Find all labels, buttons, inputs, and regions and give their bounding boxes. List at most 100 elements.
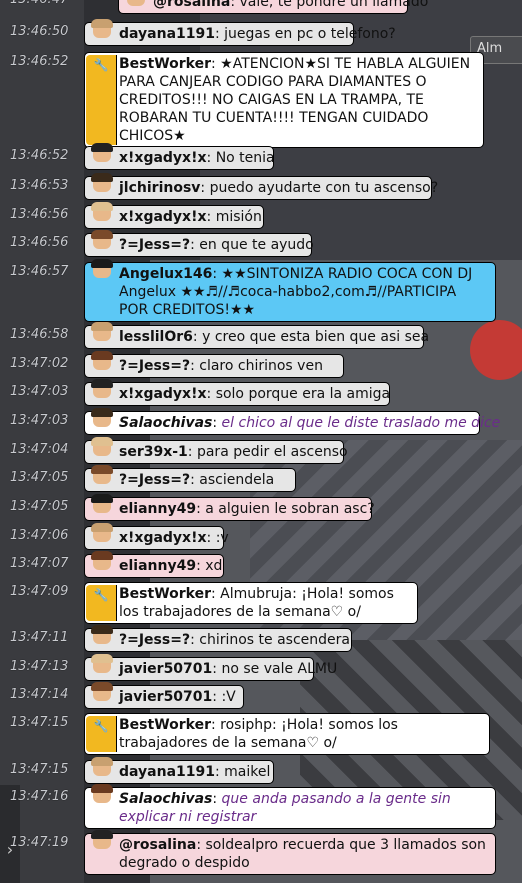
message-username[interactable]: Angelux146 bbox=[119, 266, 212, 282]
user-avatar-icon[interactable] bbox=[87, 173, 117, 203]
message-text: asciendela bbox=[199, 472, 275, 488]
chat-bubble[interactable]: javier50701: no se vale ALMU bbox=[84, 654, 337, 684]
chat-bubble[interactable]: ?=Jess=?: chirinos te ascendera bbox=[84, 625, 352, 655]
message-username[interactable]: x!xgadyx!x bbox=[119, 386, 207, 402]
chat-bubble[interactable]: dayana1191: juegas en pc o telefono? bbox=[84, 19, 396, 49]
chat-bubble[interactable]: 🔧 BestWorker: rosiphp: ¡Hola! somos los t… bbox=[84, 713, 490, 755]
message-timestamp: 13:47:16 bbox=[10, 789, 69, 804]
chat-bubble[interactable]: lesslilOr6: y creo que esta bien que asi… bbox=[84, 322, 429, 352]
user-avatar-icon[interactable] bbox=[87, 494, 117, 524]
chat-bubble[interactable]: elianny49: a alguien le sobran asc? bbox=[84, 494, 375, 524]
user-avatar-icon[interactable] bbox=[87, 322, 117, 352]
chat-bubble[interactable]: 🔧 BestWorker: ★ATENCION★SI TE HABLA ALGUI… bbox=[84, 52, 484, 148]
user-avatar-icon[interactable] bbox=[87, 757, 117, 787]
message-username[interactable]: @rosalina bbox=[119, 837, 196, 853]
message-username[interactable]: ?=Jess=? bbox=[119, 632, 190, 648]
chat-bubble[interactable]: 🔧 BestWorker: Almubruja: ¡Hola! somos los… bbox=[84, 582, 418, 624]
user-avatar-icon[interactable] bbox=[87, 351, 117, 381]
user-avatar-icon[interactable] bbox=[87, 437, 117, 467]
username-separator: : bbox=[206, 530, 216, 546]
message-username[interactable]: ?=Jess=? bbox=[119, 358, 190, 374]
message-text: xd bbox=[205, 558, 223, 574]
user-avatar-icon[interactable] bbox=[87, 830, 117, 860]
message-username[interactable]: BestWorker bbox=[119, 586, 211, 602]
message-text: :V bbox=[221, 689, 236, 705]
message-username[interactable]: elianny49 bbox=[119, 558, 196, 574]
message-username[interactable]: ser39x-1 bbox=[119, 444, 188, 460]
user-avatar-icon[interactable] bbox=[87, 202, 117, 232]
message-username[interactable]: BestWorker bbox=[119, 717, 211, 733]
chat-bubble[interactable]: elianny49: xd bbox=[84, 551, 224, 581]
chat-bubble[interactable]: x!xgadyx!x: No tenia bbox=[84, 143, 275, 173]
chat-bubble[interactable]: Salaochivas: el chico al que le diste tr… bbox=[84, 408, 500, 438]
message-username[interactable]: ?=Jess=? bbox=[119, 472, 190, 488]
message-text: :v bbox=[215, 530, 229, 546]
message-timestamp: 13:47:04 bbox=[10, 442, 69, 457]
message-username[interactable]: javier50701 bbox=[119, 689, 212, 705]
message-username[interactable]: jlchirinosv bbox=[119, 180, 200, 196]
chat-bubble[interactable]: ?=Jess=?: en que te ayudo bbox=[84, 230, 314, 260]
chat-message: 13:46:56 ?=Jess=?: en que te ayudo bbox=[0, 230, 522, 260]
chat-bubble[interactable]: x!xgadyx!x: misión bbox=[84, 202, 264, 232]
message-username[interactable]: BestWorker bbox=[119, 56, 211, 72]
username-separator: : bbox=[211, 586, 221, 602]
user-avatar-icon[interactable] bbox=[87, 625, 117, 655]
username-separator: : bbox=[206, 150, 216, 166]
user-avatar-icon[interactable] bbox=[87, 465, 117, 495]
chat-message: 13:46:57 Angelux146: ★★SINTONIZA RADIO CO… bbox=[0, 259, 522, 322]
chat-message: 13:47:15 🔧 BestWorker: rosiphp: ¡Hola! som… bbox=[0, 713, 522, 755]
message-username[interactable]: lesslilOr6 bbox=[119, 329, 193, 345]
username-separator: : bbox=[187, 444, 197, 460]
user-avatar-icon[interactable] bbox=[87, 19, 117, 49]
user-avatar-icon[interactable] bbox=[87, 523, 117, 553]
chat-message: 13:46:58 lesslilOr6: y creo que esta bien… bbox=[0, 322, 522, 352]
message-username[interactable]: elianny49 bbox=[119, 501, 196, 517]
message-timestamp: 13:46:53 bbox=[10, 178, 69, 193]
message-username[interactable]: ?=Jess=? bbox=[119, 237, 190, 253]
message-username[interactable]: x!xgadyx!x bbox=[119, 150, 207, 166]
message-text: chirinos te ascendera bbox=[199, 632, 350, 648]
user-avatar-icon[interactable] bbox=[87, 143, 117, 173]
user-avatar-icon[interactable] bbox=[87, 408, 117, 438]
chat-bubble[interactable]: javier50701: :V bbox=[84, 682, 244, 712]
username-separator: : bbox=[190, 237, 200, 253]
user-avatar-icon[interactable] bbox=[87, 784, 117, 814]
chat-bubble[interactable]: ser39x-1: para pedir el ascenso bbox=[84, 437, 348, 467]
user-avatar-icon[interactable] bbox=[87, 682, 117, 712]
username-separator: : bbox=[192, 329, 203, 345]
chat-message: 13:47:14 javier50701: :V bbox=[0, 682, 522, 712]
chat-bubble[interactable]: jlchirinosv: puedo ayudarte con tu ascen… bbox=[84, 173, 438, 203]
chat-bubble[interactable]: ?=Jess=?: asciendela bbox=[84, 465, 296, 495]
user-avatar-icon[interactable] bbox=[87, 259, 117, 289]
chat-bubble[interactable]: x!xgadyx!x: solo porque era la amiga bbox=[84, 379, 390, 409]
message-username[interactable]: dayana1191 bbox=[119, 764, 215, 780]
message-timestamp: 13:46:56 bbox=[10, 235, 69, 250]
user-avatar-icon[interactable] bbox=[87, 230, 117, 260]
username-separator: : bbox=[212, 415, 222, 431]
username-separator: : bbox=[206, 386, 216, 402]
chat-bubble[interactable]: ?=Jess=?: claro chirinos ven bbox=[84, 351, 344, 381]
chat-bubble[interactable]: @rosalina: soldealpro recuerda que 3 lla… bbox=[84, 830, 496, 875]
user-avatar-icon[interactable] bbox=[87, 551, 117, 581]
message-username[interactable]: dayana1191 bbox=[119, 26, 215, 42]
wrench-icon: 🔧 bbox=[86, 55, 117, 145]
message-timestamp: 13:46:52 bbox=[10, 54, 69, 69]
chat-message: 13:47:11 ?=Jess=?: chirinos te ascendera bbox=[0, 625, 522, 655]
message-username[interactable]: javier50701 bbox=[119, 661, 212, 677]
user-avatar-icon[interactable] bbox=[87, 654, 117, 684]
chat-message: 13:47:13 javier50701: no se vale ALMU bbox=[0, 654, 522, 684]
message-username[interactable]: Salaochivas bbox=[119, 415, 212, 431]
message-username[interactable]: x!xgadyx!x bbox=[119, 209, 207, 225]
chat-bubble[interactable]: @rosalina: vale, te pondre un llamado bbox=[118, 0, 428, 17]
user-avatar-icon[interactable] bbox=[121, 0, 151, 17]
message-username[interactable]: @rosalina bbox=[153, 0, 230, 10]
chat-bubble[interactable]: Angelux146: ★★SINTONIZA RADIO COCA CON D… bbox=[84, 259, 496, 322]
chat-bubble[interactable]: dayana1191: maikel bbox=[84, 757, 274, 787]
message-username[interactable]: x!xgadyx!x bbox=[119, 530, 207, 546]
chat-bubble[interactable]: Salaochivas: que anda pasando a la gente… bbox=[84, 784, 496, 829]
chat-bubble[interactable]: x!xgadyx!x: :v bbox=[84, 523, 229, 553]
message-username[interactable]: Salaochivas bbox=[119, 791, 212, 807]
chat-message: 13:47:16 Salaochivas: que anda pasando a … bbox=[0, 784, 522, 829]
username-separator: : bbox=[230, 0, 240, 10]
user-avatar-icon[interactable] bbox=[87, 379, 117, 409]
